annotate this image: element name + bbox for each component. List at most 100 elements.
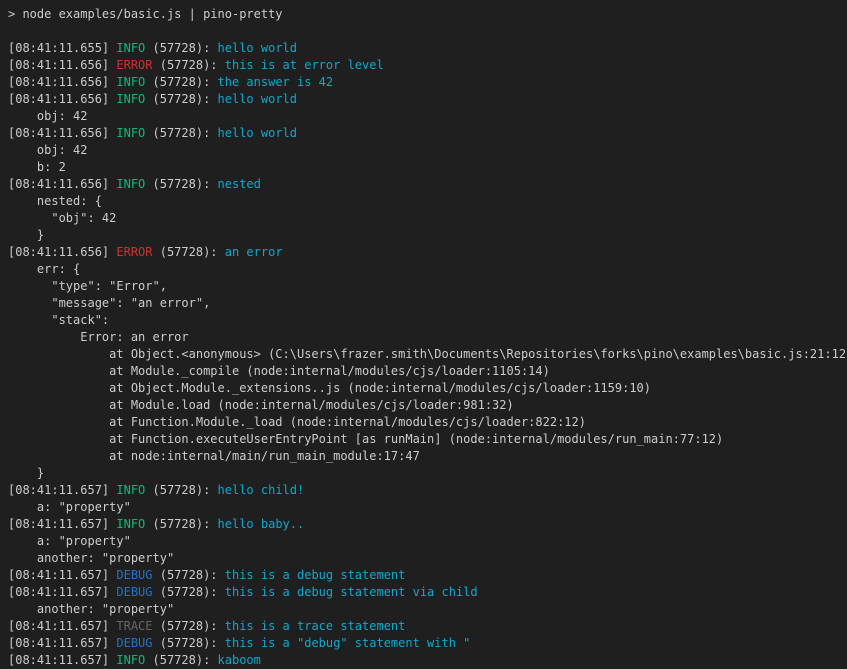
log-segment: INFO <box>116 517 145 531</box>
log-segment: INFO <box>116 92 145 106</box>
log-line: [08:41:11.656] INFO (57728): nested <box>8 176 843 193</box>
log-segment: hello world <box>218 92 297 106</box>
log-line: "type": "Error", <box>8 278 843 295</box>
log-segment: [08:41:11.657] <box>8 619 116 633</box>
log-line: another: "property" <box>8 550 843 567</box>
log-segment: obj: 42 <box>8 109 87 123</box>
log-segment: this is at error level <box>225 58 384 72</box>
log-line: > node examples/basic.js | pino-pretty <box>8 6 843 23</box>
log-segment: "obj": 42 <box>8 211 116 225</box>
log-segment: (57728): <box>145 126 217 140</box>
log-line: a: "property" <box>8 533 843 550</box>
log-line: [08:41:11.657] TRACE (57728): this is a … <box>8 618 843 635</box>
log-line: at Object.Module._extensions..js (node:i… <box>8 380 843 397</box>
log-segment: a: "property" <box>8 500 131 514</box>
log-segment: hello world <box>218 126 297 140</box>
log-segment: (57728): <box>153 636 225 650</box>
log-segment: (57728): <box>153 568 225 582</box>
log-segment: INFO <box>116 75 145 89</box>
log-segment: > node examples/basic.js | pino-pretty <box>8 7 283 21</box>
log-segment: [08:41:11.656] <box>8 92 116 106</box>
log-line: "stack": <box>8 312 843 329</box>
log-segment: at Function.executeUserEntryPoint [as ru… <box>8 432 723 446</box>
log-segment: INFO <box>116 41 145 55</box>
log-segment: [08:41:11.656] <box>8 177 116 191</box>
log-segment: INFO <box>116 126 145 140</box>
log-line: a: "property" <box>8 499 843 516</box>
log-line: [08:41:11.657] DEBUG (57728): this is a … <box>8 584 843 601</box>
log-segment: INFO <box>116 483 145 497</box>
log-segment: the answer is 42 <box>218 75 334 89</box>
log-line: "message": "an error", <box>8 295 843 312</box>
log-segment: at Module.load (node:internal/modules/cj… <box>8 398 514 412</box>
log-segment: err: { <box>8 262 80 276</box>
log-segment: at Module._compile (node:internal/module… <box>8 364 550 378</box>
log-segment: (57728): <box>145 75 217 89</box>
log-segment: [08:41:11.657] <box>8 483 116 497</box>
log-line: obj: 42 <box>8 142 843 159</box>
log-segment: [08:41:11.656] <box>8 126 116 140</box>
log-segment: at node:internal/main/run_main_module:17… <box>8 449 420 463</box>
log-segment: this is a debug statement <box>225 568 406 582</box>
log-line: [08:41:11.656] INFO (57728): hello world <box>8 91 843 108</box>
log-segment: (57728): <box>145 653 217 667</box>
log-segment: a: "property" <box>8 534 131 548</box>
log-line: "obj": 42 <box>8 210 843 227</box>
log-segment: INFO <box>116 177 145 191</box>
log-line: at Module.load (node:internal/modules/cj… <box>8 397 843 414</box>
log-segment: "type": "Error", <box>8 279 167 293</box>
log-segment: (57728): <box>145 177 217 191</box>
log-line: at node:internal/main/run_main_module:17… <box>8 448 843 465</box>
log-line: } <box>8 465 843 482</box>
log-segment: [08:41:11.656] <box>8 75 116 89</box>
log-line: [08:41:11.657] DEBUG (57728): this is a … <box>8 567 843 584</box>
log-segment: this is a "debug" statement with " <box>225 636 471 650</box>
log-segment: nested: { <box>8 194 102 208</box>
log-segment: hello child! <box>218 483 305 497</box>
log-segment: [08:41:11.657] <box>8 653 116 667</box>
log-segment: (57728): <box>145 483 217 497</box>
log-segment: an error <box>225 245 283 259</box>
log-segment: [08:41:11.656] <box>8 245 116 259</box>
log-segment: ERROR <box>116 58 152 72</box>
log-segment: (57728): <box>145 41 217 55</box>
log-segment: [08:41:11.655] <box>8 41 116 55</box>
log-segment: (57728): <box>145 517 217 531</box>
log-segment: } <box>8 228 44 242</box>
log-segment: TRACE <box>116 619 152 633</box>
log-segment: [08:41:11.657] <box>8 636 116 650</box>
log-segment: DEBUG <box>116 636 152 650</box>
log-segment: at Function.Module._load (node:internal/… <box>8 415 586 429</box>
log-segment: kaboom <box>218 653 261 667</box>
log-segment: another: "property" <box>8 602 174 616</box>
log-line: obj: 42 <box>8 108 843 125</box>
log-line: another: "property" <box>8 601 843 618</box>
terminal[interactable]: > node examples/basic.js | pino-pretty [… <box>0 0 847 669</box>
log-line: [08:41:11.657] INFO (57728): hello child… <box>8 482 843 499</box>
log-segment: (57728): <box>153 245 225 259</box>
log-line: [08:41:11.656] INFO (57728): the answer … <box>8 74 843 91</box>
log-line: err: { <box>8 261 843 278</box>
log-line: Error: an error <box>8 329 843 346</box>
log-line: } <box>8 227 843 244</box>
log-segment: (57728): <box>145 92 217 106</box>
log-segment: DEBUG <box>116 568 152 582</box>
log-line: [08:41:11.656] ERROR (57728): this is at… <box>8 57 843 74</box>
log-segment: [08:41:11.657] <box>8 585 116 599</box>
log-segment: obj: 42 <box>8 143 87 157</box>
log-line: [08:41:11.657] INFO (57728): kaboom <box>8 652 843 669</box>
log-segment: DEBUG <box>116 585 152 599</box>
log-line: [08:41:11.655] INFO (57728): hello world <box>8 40 843 57</box>
log-segment: "stack": <box>8 313 109 327</box>
log-segment: another: "property" <box>8 551 174 565</box>
log-segment: (57728): <box>153 58 225 72</box>
log-segment: at Object.Module._extensions..js (node:i… <box>8 381 651 395</box>
log-line: [08:41:11.657] DEBUG (57728): this is a … <box>8 635 843 652</box>
log-segment: "message": "an error", <box>8 296 210 310</box>
log-line: [08:41:11.656] INFO (57728): hello world <box>8 125 843 142</box>
log-segment: Error: an error <box>8 330 189 344</box>
terminal-output: > node examples/basic.js | pino-pretty [… <box>8 6 843 669</box>
log-segment: (57728): <box>153 585 225 599</box>
log-segment: this is a trace statement <box>225 619 406 633</box>
log-segment: nested <box>218 177 261 191</box>
